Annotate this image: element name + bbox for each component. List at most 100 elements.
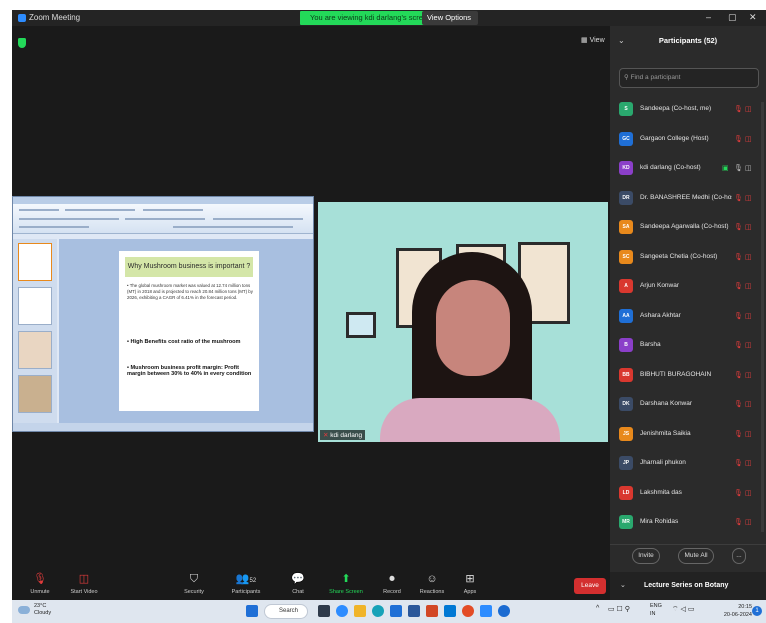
participants-button[interactable]: 👥52 Participants [224,572,268,600]
participant-search-input[interactable]: ⚲ Find a participant [619,68,759,88]
share-screen-icon: ⬆ [341,573,351,585]
task-view-icon[interactable] [318,605,330,617]
mic-off-icon[interactable]: 🎙 [734,105,743,113]
video-off-icon[interactable]: ◫ [745,371,752,379]
mic-off-icon[interactable]: 🎙 [734,371,743,379]
mute-all-button[interactable]: Mute All [678,548,714,564]
security-button[interactable]: ⛉ Security [172,572,216,600]
zoom-taskbar-icon[interactable] [480,605,492,617]
participant-row[interactable]: MR Mira Rohidas 🎙 ◫ [610,515,760,531]
view-options-button[interactable]: View Options ⌄ [422,11,478,36]
mic-off-icon[interactable]: 🎙 [734,135,743,143]
participant-row[interactable]: BB BIBHUTI BURAGOHAIN 🎙 ◫ [610,367,760,384]
participant-row[interactable]: SA Sandeepa Agarwalla (Co-host) 🎙 ◫ [610,220,760,236]
participant-name: BIBHUTI BURAGOHAIN [640,370,712,378]
mic-off-icon[interactable]: 🎙 [734,253,743,261]
participant-name: Mira Rohidas [640,518,679,525]
chevron-up-icon[interactable]: ^ [596,605,599,612]
video-off-icon[interactable]: ◫ [745,253,752,261]
file-explorer-icon[interactable] [354,605,366,617]
video-off-icon[interactable]: ◫ [745,223,752,231]
video-off-icon[interactable]: ◫ [745,430,752,438]
start-icon[interactable] [246,605,258,617]
mic-off-icon[interactable]: 🎙 [734,312,743,320]
participant-row[interactable]: JP Jharnali phukon 🎙 ◫ [610,456,760,472]
participant-row[interactable]: AA Ashara Akhtar 🎙 ◫ [610,308,760,325]
zoom-app-icon[interactable] [336,605,348,617]
video-off-icon[interactable]: ◫ [745,105,752,113]
video-off-icon[interactable]: ◫ [745,518,752,526]
mic-off-icon[interactable]: 🎙 [734,400,743,408]
video-off-icon[interactable]: ◫ [745,282,752,290]
notification-badge[interactable]: 1 [752,606,762,616]
app-icon[interactable] [498,605,510,617]
leave-button[interactable]: Leave [574,578,606,594]
apps-icon: ⊞ [465,573,475,585]
video-off-icon[interactable]: ◫ [745,194,752,202]
video-off-icon[interactable]: ◫ [745,400,752,408]
mic-off-icon[interactable]: 🎙 [734,518,743,526]
avatar: JS [619,426,633,441]
language-indicator[interactable]: ENG IN [650,602,662,618]
mic-off-icon[interactable]: 🎙 [734,194,743,202]
share-screen-button[interactable]: ⬆ Share Screen [324,572,368,600]
start-video-button[interactable]: ◫ Start Video [62,572,106,600]
mic-off-icon[interactable]: 🎙 [734,430,743,438]
tray-icons[interactable]: ▭ ☐ ⚲ [608,605,630,613]
video-icon[interactable]: ◫ [745,164,752,172]
meeting-topic-bar[interactable]: ⌄ Lecture Series on Botany [610,572,766,600]
mail-icon[interactable] [444,605,456,617]
participant-row[interactable]: JS Jenishmita Saikia 🎙 ◫ [610,426,760,443]
participant-row[interactable]: SC Sangeeta Chetia (Co-host) 🎙 ◫ [610,249,760,266]
participant-row[interactable]: KD kdi darlang (Co-host) ▣ 🎙 ◫ [610,161,760,177]
avatar: KD [619,161,633,175]
participant-row[interactable]: GC Gargaon College (Host) 🎙 ◫ [610,131,760,148]
chrome-icon[interactable] [462,605,474,617]
participant-row[interactable]: A Arjun Konwar 🎙 ◫ [610,279,760,295]
record-icon: ⏺ [389,573,395,585]
powerpoint-icon[interactable] [426,605,438,617]
video-off-icon[interactable]: ◫ [745,135,752,143]
participant-row[interactable]: B Barsha 🎙 ◫ [610,338,760,354]
system-clock[interactable]: 20:15 20-06-2024 [718,603,752,619]
mic-off-icon[interactable]: 🎙 [734,282,743,290]
view-button[interactable]: ▦ View [581,36,605,44]
invite-button[interactable]: Invite [632,548,660,564]
minimize-icon[interactable]: – [706,12,711,22]
participant-name: Jenishmita Saikia [640,429,691,437]
participant-row[interactable]: LD Lakshmita das 🎙 ◫ [610,485,760,502]
maximize-icon[interactable]: ▢ [728,12,737,23]
participant-name: Jharnali phukon [640,459,686,466]
apps-button[interactable]: ⊞ Apps [448,572,492,600]
edge-browser-icon[interactable] [372,605,384,617]
participant-scrollbar[interactable] [761,102,764,532]
participant-row[interactable]: S Sandeepa (Co-host, me) 🎙 ◫ [610,102,760,118]
word-icon[interactable] [408,605,420,617]
mic-off-icon[interactable]: 🎙 [734,489,743,497]
close-icon[interactable]: ✕ [749,12,757,23]
mic-icon[interactable]: 🎙 [734,164,743,172]
mic-off-icon[interactable]: 🎙 [734,341,743,349]
shared-screen[interactable]: Why Mushroom business is important ? • T… [12,196,314,432]
participant-row[interactable]: DR Dr. BANASHREE Medhi (Co-host) 🎙 ◫ [610,190,760,207]
video-off-icon[interactable]: ◫ [745,341,752,349]
unmute-button[interactable]: 🎙 Unmute [18,572,62,600]
record-button[interactable]: ⏺ Record [370,572,414,600]
participant-name: Barsha [640,341,661,348]
security-shield-icon[interactable] [18,38,26,48]
store-icon[interactable] [390,605,402,617]
slide-heading: Why Mushroom business is important ? [125,257,253,277]
view-button-label: View [589,37,605,44]
mic-off-icon[interactable]: 🎙 [734,459,743,467]
video-off-icon[interactable]: ◫ [745,312,752,320]
mic-off-icon[interactable]: 🎙 [734,223,743,231]
more-options-button[interactable]: ... [732,548,746,564]
video-name-label: ✕ kdi darlang [320,430,366,440]
video-off-icon[interactable]: ◫ [745,489,752,497]
network-volume-battery-icons[interactable]: ⌔ ◁ ▭ [672,605,694,614]
chat-button[interactable]: 💬 Chat [276,572,320,600]
video-off-icon[interactable]: ◫ [745,459,752,467]
participant-row[interactable]: DK Darshana Konwar 🎙 ◫ [610,397,760,413]
taskbar-search[interactable]: Search [264,604,308,619]
participant-video-tile[interactable]: ✕ kdi darlang [318,202,608,442]
